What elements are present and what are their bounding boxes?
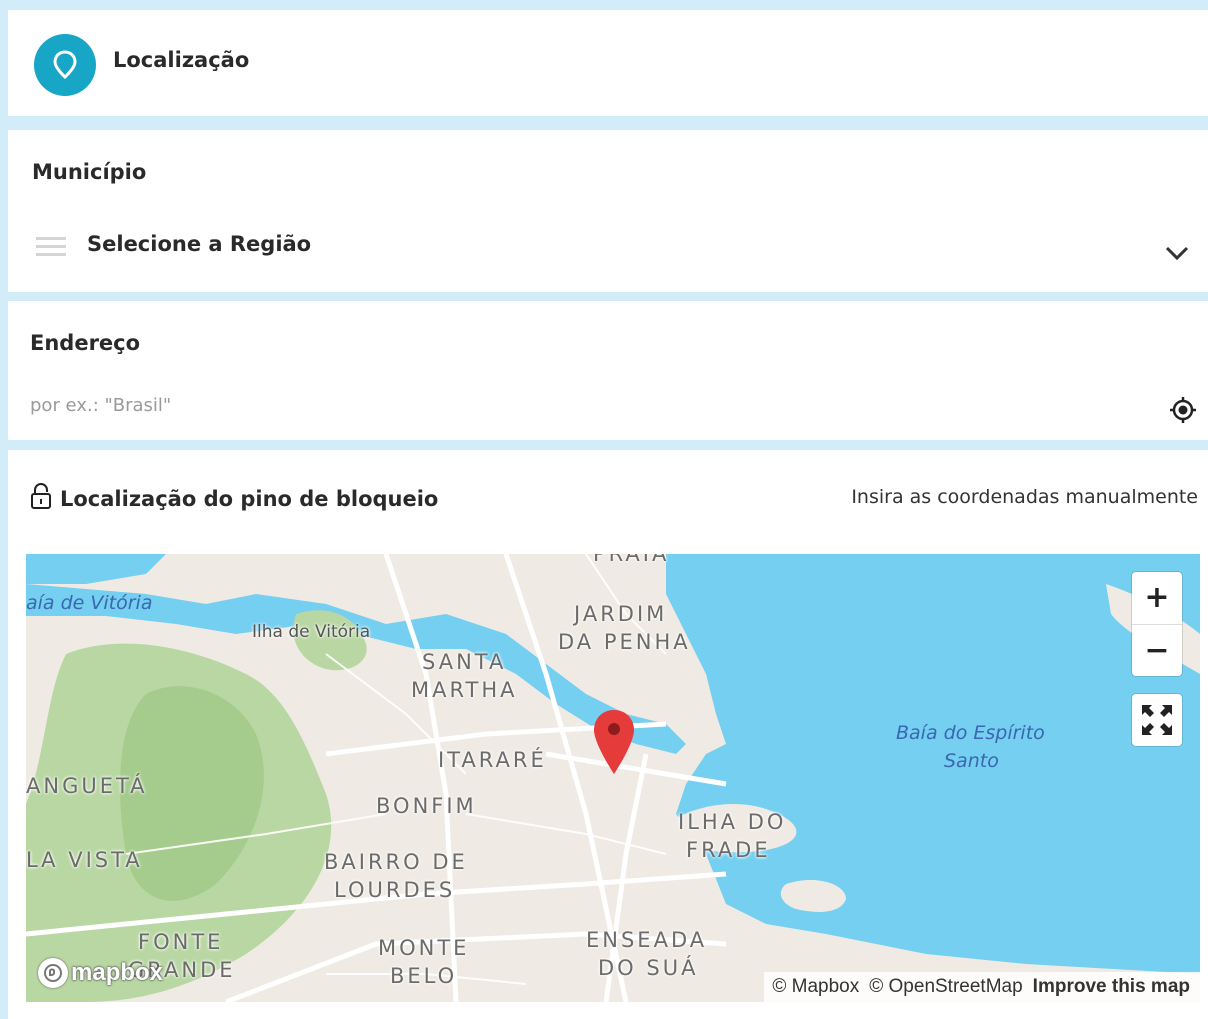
map-label-enseada-do-sua-2: DO SUÁ [598, 956, 699, 980]
map-label-ilha-do-frade-1: ILHA DO [678, 810, 787, 834]
map-label-enseada-do-sua-1: ENSEADA [586, 928, 708, 952]
list-icon [36, 237, 66, 257]
mapbox-logo[interactable]: mapbox [38, 958, 163, 988]
improve-map-link[interactable]: Improve this map [1033, 976, 1190, 998]
map-label-praia: PRAIA [593, 554, 670, 566]
municipio-label: Município [32, 160, 147, 184]
map-pin-icon [34, 34, 96, 96]
pin-title: Localização do pino de bloqueio [60, 486, 439, 511]
fullscreen-button[interactable] [1132, 694, 1182, 746]
map-label-bairro-de-lourdes-1: BAIRRO DE [324, 850, 468, 874]
zoom-out-button[interactable]: − [1132, 625, 1182, 677]
municipio-card: Município Selecione a Região [8, 130, 1208, 292]
chevron-down-icon[interactable] [1164, 240, 1190, 266]
map-label-ilha-de-vitoria: Ilha de Vitória [252, 622, 371, 642]
mapbox-logo-icon [38, 958, 68, 988]
map-label-monte-belo-2: BELO [390, 964, 458, 988]
map-label-fonte-grande-1: FONTE [138, 930, 224, 954]
address-input[interactable] [30, 395, 1130, 416]
attribution-osm-link[interactable]: © OpenStreetMap [869, 976, 1022, 998]
zoom-controls: + − [1132, 572, 1182, 676]
endereco-card: Endereço [8, 301, 1208, 440]
map-label-bonfim: BONFIM [376, 794, 477, 818]
map-label-baia-de-vitoria: aía de Vitória [26, 592, 153, 614]
map-view[interactable]: PRAIA JARDIM DA PENHA SANTA MARTHA ITARA… [26, 554, 1200, 1002]
manual-coordinates-link[interactable]: Insira as coordenadas manualmente [851, 486, 1198, 508]
pin-location-card: Localização do pino de bloqueio Insira a… [8, 450, 1208, 1019]
location-header-card: Localização [8, 10, 1208, 116]
map-label-itarare: ITARARÉ [438, 748, 547, 772]
mapbox-logo-text: mapbox [71, 959, 164, 986]
lock-icon [30, 482, 52, 515]
map-label-baia-espirito-santo-2: Santo [944, 750, 999, 772]
page-title: Localização [113, 48, 250, 72]
map-label-bairro-de-lourdes-2: LOURDES [334, 878, 456, 902]
map-label-la-vista: LA VISTA [26, 848, 143, 872]
map-label-santa-martha-1: SANTA [422, 650, 507, 674]
locate-me-icon[interactable] [1168, 395, 1198, 425]
map-label-jardim-da-penha-1: JARDIM [574, 602, 668, 626]
map-label-santa-martha-2: MARTHA [411, 678, 518, 702]
map-label-jardim-da-penha-2: DA PENHA [558, 630, 691, 654]
zoom-in-button[interactable]: + [1132, 572, 1182, 625]
attribution-mapbox-link[interactable]: © Mapbox [772, 976, 859, 998]
fullscreen-icon [1142, 705, 1172, 735]
pin-marker-icon[interactable] [592, 708, 636, 778]
map-label-monte-belo-1: MONTE [378, 936, 470, 960]
map-label-baia-espirito-santo-1: Baía do Espírito [896, 722, 1045, 744]
map-attribution: © Mapbox © OpenStreetMap Improve this ma… [764, 972, 1200, 1002]
pin-title-row: Localização do pino de bloqueio [30, 482, 438, 515]
region-select[interactable]: Selecione a Região [87, 232, 311, 256]
map-label-angueta: ANGUETÁ [26, 774, 148, 798]
map-label-ilha-do-frade-2: FRADE [686, 838, 771, 862]
endereco-label: Endereço [30, 331, 141, 355]
